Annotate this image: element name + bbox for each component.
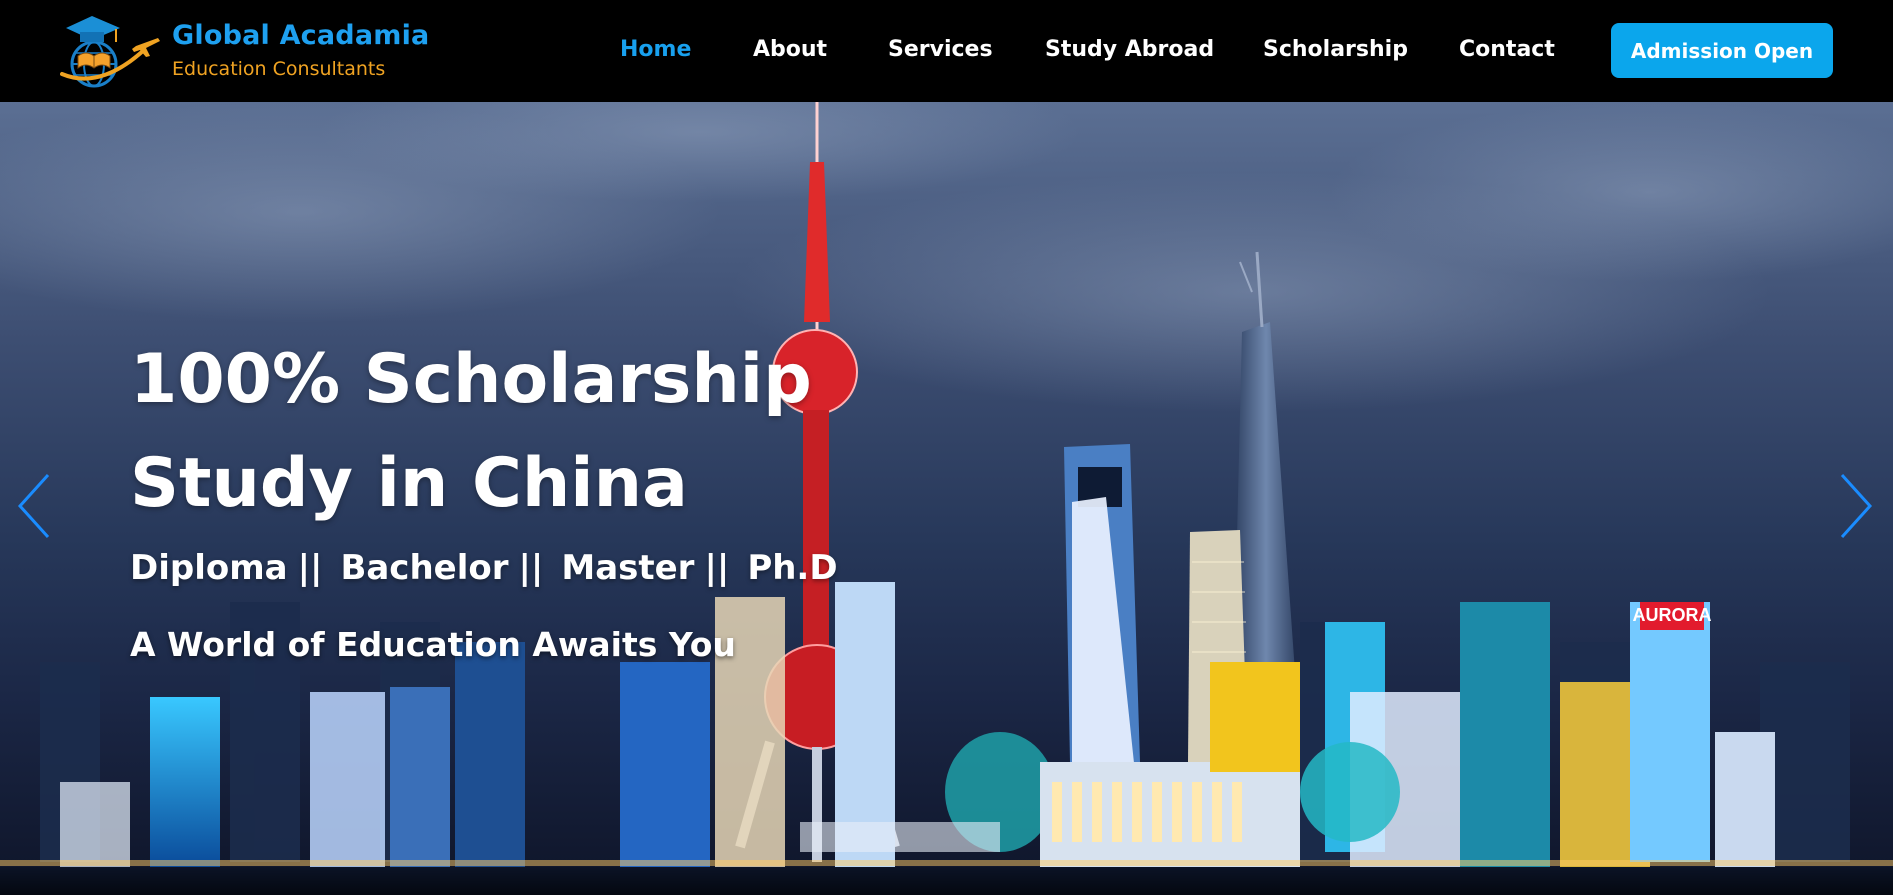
brand[interactable]: Global Acadamia Education Consultants <box>60 12 429 90</box>
degree-diploma: Diploma <box>130 548 288 588</box>
nav-about[interactable]: About <box>753 37 827 62</box>
nav-services[interactable]: Services <box>888 37 993 62</box>
slider-prev-button[interactable] <box>12 467 56 545</box>
nav-study-abroad[interactable]: Study Abroad <box>1045 37 1214 62</box>
degree-list: Diploma || Bachelor || Master || Ph.D <box>130 548 848 588</box>
graduation-globe-logo-icon <box>60 16 160 88</box>
brand-tagline: Education Consultants <box>172 58 386 80</box>
svg-text:AURORA: AURORA <box>1633 605 1712 625</box>
degree-separator: || <box>518 548 544 588</box>
chevron-left-icon <box>17 473 50 539</box>
hero-slider: AURORA 100% Scholarship Study in China D… <box>0 102 1893 895</box>
slider-next-button[interactable] <box>1834 467 1878 545</box>
admission-open-button[interactable]: Admission Open <box>1611 23 1833 78</box>
hero-title-line1: 100% Scholarship <box>130 340 812 419</box>
nav-contact[interactable]: Contact <box>1459 37 1555 62</box>
nav-home[interactable]: Home <box>620 37 691 62</box>
degree-bachelor: Bachelor <box>340 548 509 588</box>
site-header: Global Acadamia Education Consultants Ho… <box>0 0 1893 102</box>
hero-tagline: A World of Education Awaits You <box>130 625 736 664</box>
chevron-right-icon <box>1840 473 1873 539</box>
degree-separator: || <box>297 548 323 588</box>
degree-separator: || <box>704 548 730 588</box>
hero-title-line2: Study in China <box>130 444 688 523</box>
nav-scholarship[interactable]: Scholarship <box>1263 37 1408 62</box>
degree-phd: Ph.D <box>747 548 838 588</box>
brand-name: Global Acadamia <box>172 20 430 51</box>
degree-master: Master <box>561 548 695 588</box>
